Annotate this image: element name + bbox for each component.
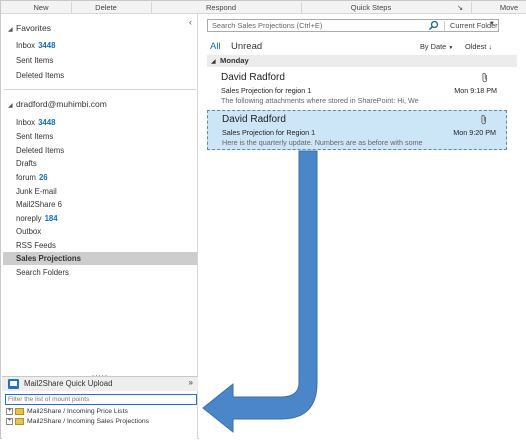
mail2share-header: Mail2Share Quick Upload » [2, 377, 198, 391]
search-input[interactable]: Search Sales Projections (Ctrl+E) [212, 21, 322, 30]
mail2share-logo-icon [8, 379, 19, 389]
chevron-down-icon[interactable]: ▼ [489, 21, 495, 27]
mount-point-item[interactable]: + Mail2Share / Incoming Price Lists [6, 407, 128, 417]
ribbon-separator [71, 2, 72, 13]
expanded-triangle-icon: ◢ [211, 59, 216, 65]
ribbon-separator [151, 2, 152, 13]
unread-count: 26 [38, 173, 48, 182]
unread-count: 3448 [38, 118, 56, 127]
message-subject: Sales Projection for Region 1 [222, 128, 316, 137]
chevron-down-icon: ▼ [448, 45, 454, 51]
search-box[interactable]: Search Sales Projections (Ctrl+E) Curren… [207, 19, 499, 32]
message-time: Mon 9:18 PM [454, 86, 497, 95]
ribbon-separator [301, 2, 302, 13]
collapse-folder-pane-icon[interactable]: ‹ [189, 17, 192, 27]
unread-count: 184 [44, 214, 58, 223]
arrow-down-icon: ↓ [488, 42, 493, 51]
ribbon-separator [471, 2, 472, 13]
favorites-item-deleted-items[interactable]: Deleted Items [16, 69, 64, 82]
favorites-item-sent-items[interactable]: Sent Items [16, 54, 53, 67]
folder-icon [15, 407, 24, 415]
message-list-pane: Search Sales Projections (Ctrl+E) Curren… [199, 14, 526, 439]
ribbon-group-delete[interactable]: Delete [86, 3, 126, 12]
ribbon-group-respond[interactable]: Respond [196, 3, 246, 12]
folder-search-folders[interactable]: Search Folders [16, 266, 69, 279]
quick-steps-launcher-icon[interactable]: ↘ [455, 3, 465, 12]
message-preview: The following attachments where stored i… [221, 96, 419, 105]
paperclip-icon [482, 72, 487, 83]
folder-pane: ‹ ◢ Favorites Inbox 3448 Sent Items Delete… [2, 14, 198, 376]
ribbon-group-bar: New Delete Respond Quick Steps ↘ Move [1, 1, 526, 14]
expand-plus-icon[interactable]: + [6, 407, 13, 415]
ribbon-group-new[interactable]: New [21, 3, 61, 12]
sort-by-dropdown[interactable]: By Date ▼ [420, 42, 453, 51]
folder-sent-items[interactable]: Sent Items [16, 130, 53, 143]
account-header[interactable]: ◢ dradford@muhimbi.com [8, 99, 107, 109]
expand-plus-icon[interactable]: + [6, 417, 13, 425]
message-item-selected[interactable]: David Radford Sales Projection for Regio… [207, 110, 507, 150]
expanded-triangle-icon: ◢ [8, 27, 13, 33]
ribbon-group-quick-steps[interactable]: Quick Steps [346, 3, 396, 12]
folder-drafts[interactable]: Drafts [16, 157, 37, 170]
message-preview: Here is the quarterly update. Numbers ar… [222, 138, 423, 147]
folder-mail2share[interactable]: Mail2Share 6 [16, 198, 62, 211]
message-time: Mon 9:20 PM [453, 128, 496, 137]
message-item[interactable]: David Radford Sales Projection for regio… [207, 69, 507, 109]
sort-order-toggle[interactable]: Oldest ↓ [465, 42, 492, 51]
mount-point-item[interactable]: + Mail2Share / Incoming Sales Projections [6, 417, 149, 427]
folder-noreply[interactable]: noreply 184 [16, 212, 58, 225]
search-separator [444, 21, 445, 31]
message-subject: Sales Projection for region 1 [221, 86, 312, 95]
ribbon-group-move[interactable]: Move [497, 3, 521, 12]
mount-point-filter-input[interactable]: Filter the list of mount points [5, 394, 197, 405]
mail2share-quick-upload-pane: Mail2Share Quick Upload » Filter the lis… [2, 376, 198, 439]
tab-all[interactable]: All [210, 41, 221, 52]
folder-junk-email[interactable]: Junk E-mail [16, 185, 57, 198]
group-header-monday[interactable]: ◢ Monday [207, 55, 517, 67]
message-sender: David Radford [222, 114, 286, 125]
folder-inbox[interactable]: Inbox 3448 [16, 116, 55, 129]
favorites-item-inbox[interactable]: Inbox 3448 [16, 39, 55, 52]
tab-unread[interactable]: Unread [231, 41, 262, 52]
folder-outbox[interactable]: Outbox [16, 225, 41, 238]
mail2share-title: Mail2Share Quick Upload [24, 379, 113, 388]
message-sender: David Radford [221, 72, 285, 83]
paperclip-icon [481, 114, 486, 125]
search-icon[interactable] [428, 20, 439, 31]
folder-rss-feeds[interactable]: RSS Feeds [16, 239, 56, 252]
expanded-triangle-icon: ◢ [8, 103, 13, 109]
favorites-header[interactable]: ◢ Favorites [8, 23, 51, 33]
outlook-window: New Delete Respond Quick Steps ↘ Move ‹ … [0, 0, 526, 439]
folder-forum[interactable]: forum 26 [16, 171, 48, 184]
folder-sales-projections[interactable]: Sales Projections [16, 252, 81, 265]
collapse-chevron-icon[interactable]: » [189, 378, 193, 387]
unread-count: 3448 [38, 41, 56, 50]
folder-deleted-items[interactable]: Deleted Items [16, 144, 64, 157]
section-divider [4, 89, 196, 90]
folder-icon [15, 417, 24, 425]
pane-splitter-grip[interactable]: ..... [92, 369, 108, 376]
